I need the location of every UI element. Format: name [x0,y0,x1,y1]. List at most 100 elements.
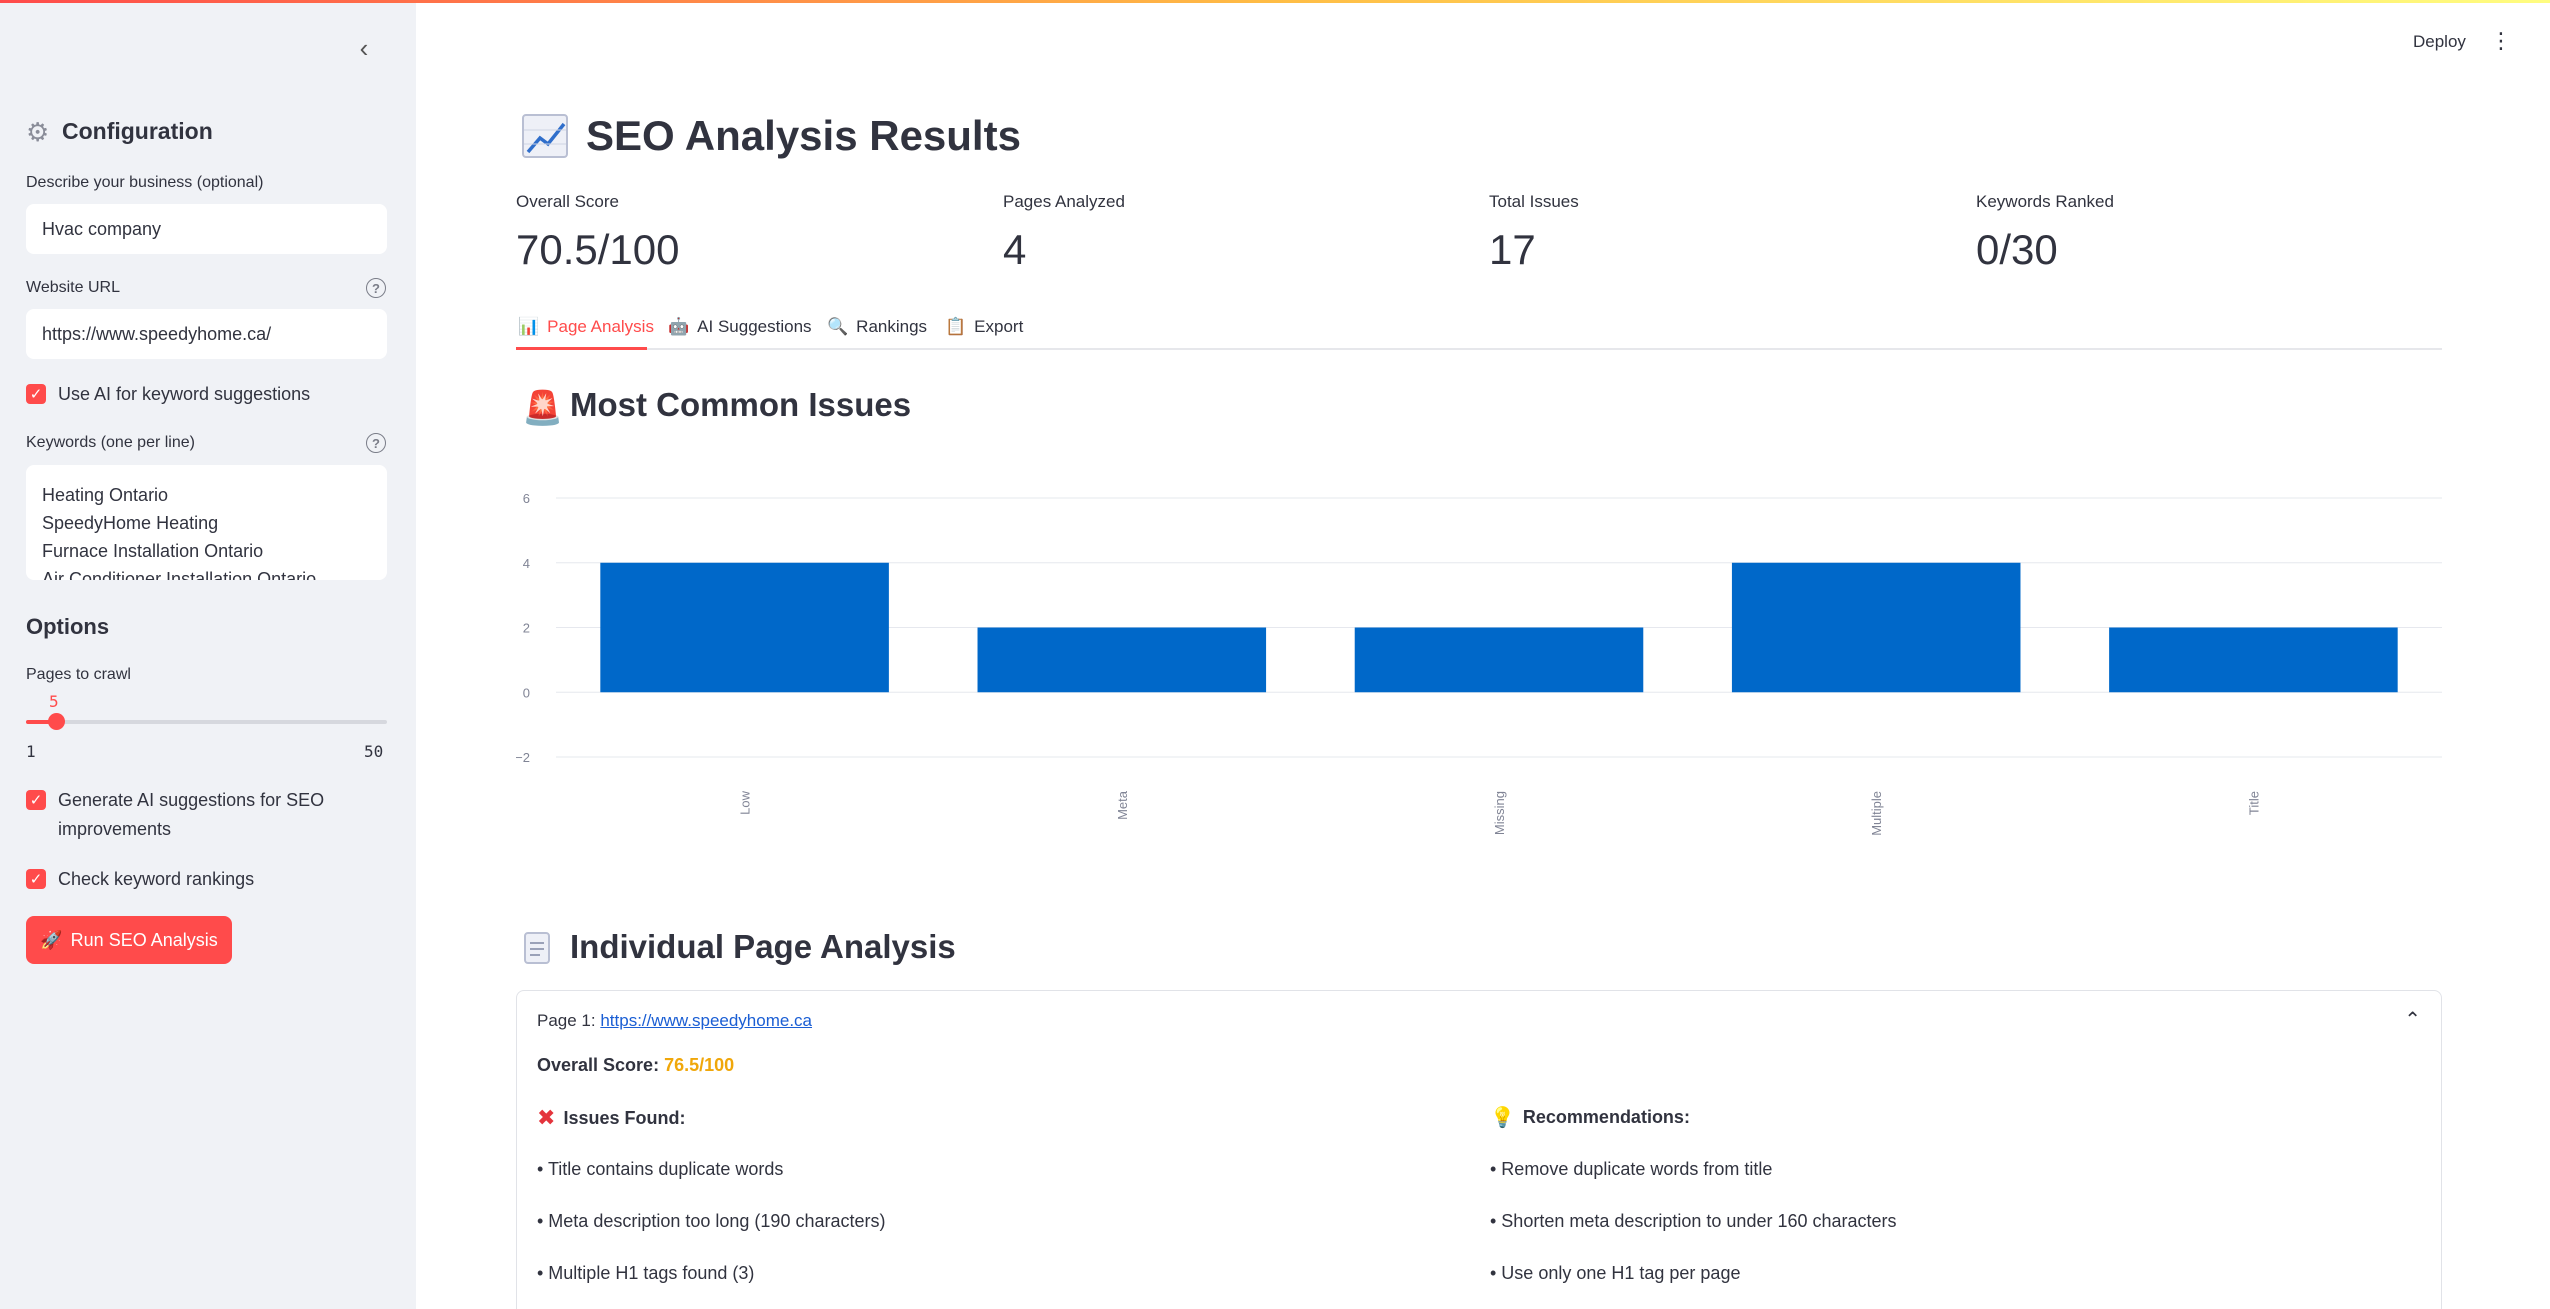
y-tick-label: 0 [523,685,530,700]
bar [600,562,889,693]
active-tab-indicator [516,347,647,350]
kebab-menu-icon[interactable]: ⋮ [2490,30,2512,52]
gen-ai-checkbox-row[interactable]: ✓ Generate AI suggestions for SEO improv… [26,786,356,844]
run-seo-analysis-button[interactable]: 🚀 Run SEO Analysis [26,916,232,964]
pages-slider-track[interactable] [26,720,387,724]
metric-total-issues: Total Issues 17 [1489,192,1579,274]
gear-icon: ⚙ [26,116,50,147]
run-button-label: Run SEO Analysis [70,929,218,950]
metric-pages-analyzed: Pages Analyzed 4 [1003,192,1125,274]
url-label: Website URL [26,279,120,296]
checkbox-checked-icon[interactable]: ✓ [26,384,46,404]
siren-icon: 🚨 [522,389,564,426]
metric-value: 70.5/100 [516,226,680,273]
issues-found-text: Issues Found: [563,1107,686,1128]
issues-heading-text: Most Common Issues [570,386,912,423]
cross-mark-icon: ✖ [537,1105,556,1130]
x-tick-label: Missing [1492,791,1507,835]
bar [977,627,1267,693]
top-decoration-bar [0,0,2550,3]
bar-chart-icon: 📊 [518,317,540,336]
issues-heading: 🚨 Most Common Issues [522,386,912,426]
y-tick-label: −2 [516,750,530,765]
issues-found-heading: ✖ Issues Found: [537,1105,685,1131]
rocket-icon: 🚀 [40,929,63,950]
chevron-up-icon[interactable]: ⌃ [2404,1007,2421,1032]
page-label: Page 1: [537,1011,596,1030]
page-title-text: SEO Analysis Results [586,112,1021,159]
expander-header[interactable]: Page 1: https://www.speedyhome.ca [537,1011,812,1031]
chart-increasing-icon [522,114,568,158]
help-icon[interactable]: ? [366,433,386,453]
keyword-line: Air Conditioner Installation Ontario [42,569,317,580]
metric-value: 17 [1489,226,1536,273]
help-icon[interactable]: ? [366,278,386,298]
x-tick-label: Low [738,790,753,814]
url-input[interactable]: https://www.speedyhome.ca/ [26,309,387,359]
tab-label: Page Analysis [547,317,654,336]
page-overall-score: Overall Score: 76.5/100 [537,1055,734,1076]
recommendation-item: • Shorten meta description to under 160 … [1490,1211,1897,1231]
tab-label: Export [974,317,1024,336]
use-ai-label: Use AI for keyword suggestions [58,384,311,404]
bar [1731,562,2021,693]
chevron-left-icon[interactable]: ‹ [350,33,378,63]
metric-label: Pages Analyzed [1003,192,1125,211]
options-heading: Options [26,614,110,639]
metric-label: Total Issues [1489,192,1579,211]
robot-icon: 🤖 [668,317,690,336]
metric-overall-score: Overall Score 70.5/100 [516,192,680,274]
tab-label: Rankings [856,317,928,336]
slider-min: 1 [26,742,36,761]
use-ai-checkbox-row[interactable]: ✓ Use AI for keyword suggestions [26,380,310,409]
metric-value: 4 [1003,226,1027,273]
page-analysis-heading: Individual Page Analysis [522,928,956,966]
sidebar: ‹ ⚙ Configuration Describe your business… [0,0,416,1309]
magnifier-icon: 🔍 [827,317,849,336]
bar [1354,627,1644,693]
pages-slider-thumb[interactable] [48,713,65,730]
tab-ai-suggestions[interactable]: 🤖 AI Suggestions [668,310,812,344]
issue-item: • Title contains duplicate words [537,1159,784,1179]
metric-value: 0/30 [1976,226,2058,273]
rankings-label: Check keyword rankings [58,869,255,889]
checkbox-checked-icon[interactable]: ✓ [26,869,46,889]
recommendations-text: Recommendations: [1522,1107,1690,1127]
y-tick-label: 4 [523,556,530,571]
keyword-line: SpeedyHome Heating [42,513,219,533]
tab-page-analysis[interactable]: 📊 Page Analysis [518,310,654,344]
slider-value: 5 [49,692,59,711]
business-label: Describe your business (optional) [26,174,264,191]
keywords-label: Keywords (one per line) [26,434,195,451]
sidebar-title: ⚙ Configuration [26,118,213,145]
checkbox-checked-icon[interactable]: ✓ [26,790,46,810]
x-tick-label: Title [2246,791,2261,815]
deploy-button[interactable]: Deploy [2413,32,2466,52]
metric-label: Keywords Ranked [1976,192,2114,211]
issue-item: • Multiple H1 tags found (3) [537,1263,755,1283]
metric-keywords-ranked: Keywords Ranked 0/30 [1976,192,2114,274]
sidebar-title-text: Configuration [62,118,213,144]
y-tick-label: 2 [523,621,530,636]
rankings-checkbox-row[interactable]: ✓ Check keyword rankings [26,865,254,894]
metric-label: Overall Score [516,192,619,211]
recommendations-heading: 💡 Recommendations: [1490,1105,1690,1130]
tab-bar: 📊 Page Analysis 🤖 AI Suggestions 🔍 Ranki… [516,300,2442,350]
tab-export[interactable]: 📋 Export [945,310,1023,344]
document-icon [522,931,554,964]
bar [2109,627,2398,693]
tab-rankings[interactable]: 🔍 Rankings [827,310,927,344]
keyword-line: Heating Ontario [42,485,169,505]
page-url-link[interactable]: https://www.speedyhome.ca [600,1011,812,1030]
issues-bar-chart: −2 0 2 4 6 Low Meta Missing Multiple Title [516,491,2442,836]
pages-label: Pages to crawl [26,666,131,683]
page-title: SEO Analysis Results [522,112,1021,160]
page-analysis-heading-text: Individual Page Analysis [570,928,956,965]
tab-label: AI Suggestions [697,317,812,336]
keywords-textarea[interactable]: Heating Ontario SpeedyHome Heating Furna… [26,465,387,580]
business-input[interactable]: Hvac company [26,204,387,254]
page-1-expander[interactable]: Page 1: https://www.speedyhome.ca ⌃ Over… [516,990,2442,1309]
x-tick-label: Meta [1115,790,1130,820]
recommendation-item: • Remove duplicate words from title [1490,1159,1773,1179]
recommendation-item: • Use only one H1 tag per page [1490,1263,1741,1283]
